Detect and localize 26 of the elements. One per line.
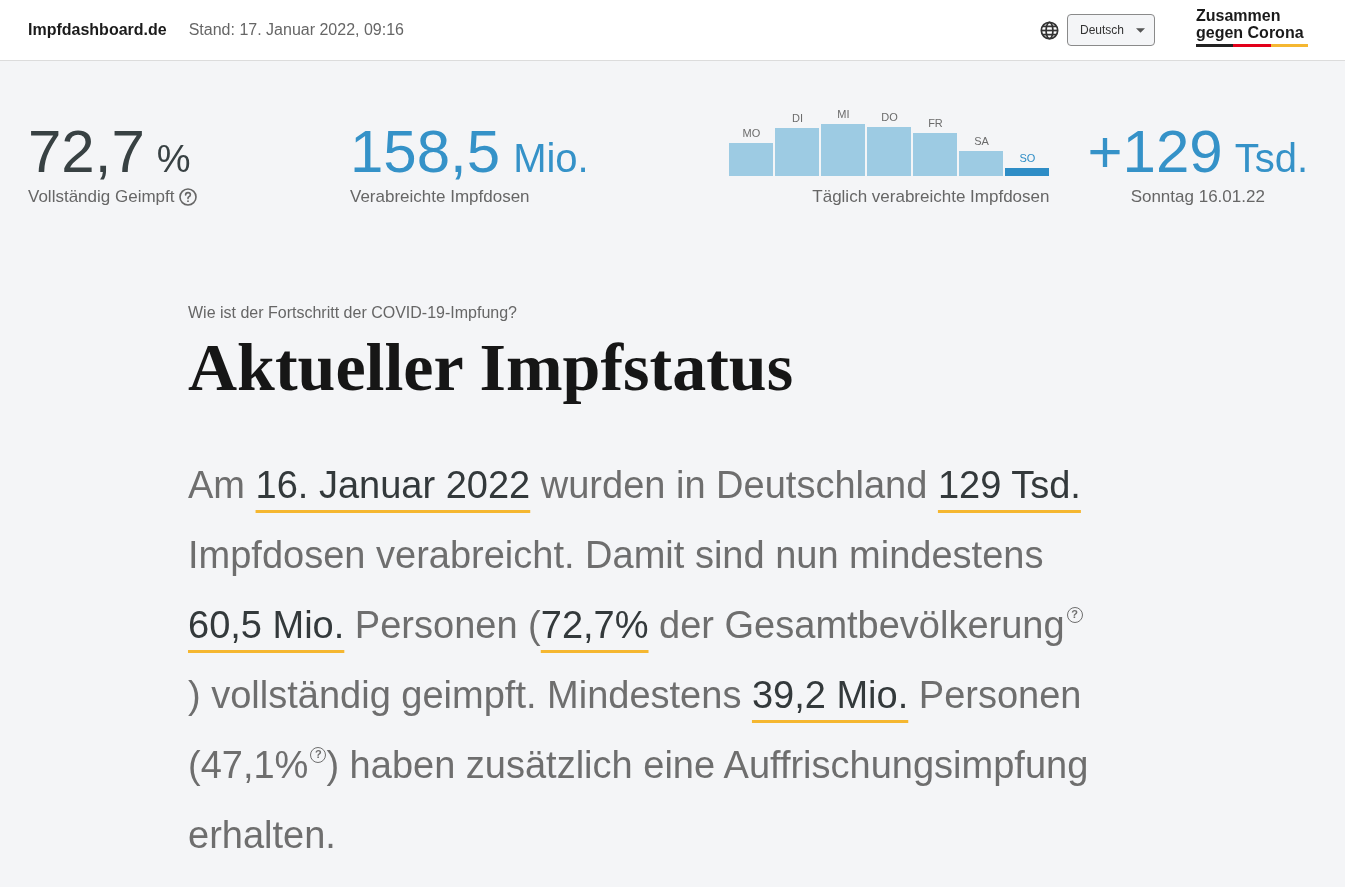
- timestamp-text: Stand: 17. Januar 2022, 09:16: [188, 20, 404, 40]
- day-label: DO: [881, 111, 898, 124]
- stat-label: Verabreichte Impfdosen: [350, 186, 531, 208]
- stat-value: 158,5: [350, 122, 501, 182]
- language-select[interactable]: Deutsch: [1067, 14, 1155, 46]
- day-label: SO: [1019, 152, 1036, 165]
- chart-caption: Täglich verabreichte Impfdosen: [812, 186, 1050, 208]
- stat-label: Vollständig Geimpft: [28, 186, 175, 208]
- stat-unit: Mio.: [513, 138, 589, 178]
- stat-value: +129: [1087, 122, 1223, 182]
- section-kicker: Wie ist der Fortschritt der COVID-19-Impfung?: [188, 303, 517, 323]
- stat-unit: Tsd.: [1234, 138, 1308, 178]
- campaign-logo[interactable]: Zusammen gegen Corona: [1196, 7, 1308, 47]
- globe-icon: [1040, 20, 1059, 40]
- day-label: SA: [974, 135, 989, 148]
- stat-value: 72,7: [28, 122, 145, 182]
- day-label: DI: [792, 112, 803, 125]
- status-summary: Am 16. Januar 2022 wurden in Deutschland 129 Tsd. Impfdosen verabreicht. Damit sind nun mindestens 60,5 Mio. Personen (72,7% der Gesamtbevölkerung$^{?}$) vollständig geimpft. Mindestens 39,2 Mio. Personen (47,1%$^{?}$) haben zusätzlich eine Auffrischungsimpfung erhalten.: [188, 463, 1090, 858]
- stat-unit: %: [156, 140, 191, 178]
- stat-label: Sonntag 16.01.22: [1130, 186, 1265, 208]
- caret-icon: [1136, 27, 1145, 33]
- site-title-link[interactable]: Impfdashboard.de: [28, 18, 167, 42]
- day-label: MO: [742, 127, 761, 140]
- help-icon[interactable]: [179, 188, 198, 206]
- day-label: FR: [928, 117, 943, 130]
- day-label: MI: [837, 108, 850, 121]
